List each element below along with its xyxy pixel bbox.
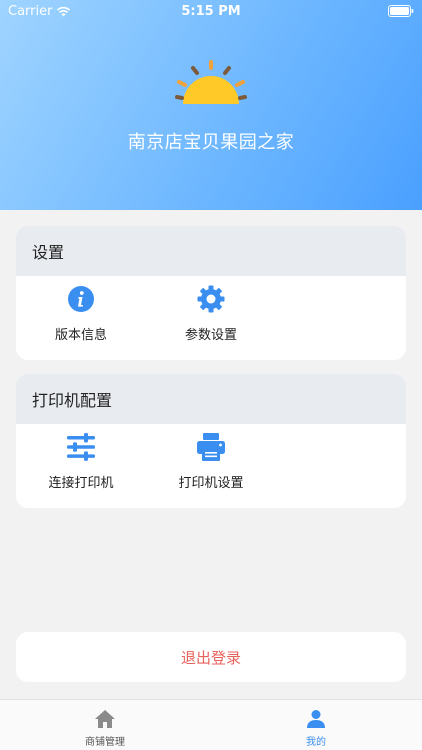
printer-icon <box>196 432 226 462</box>
settings-card: 设置 版本信息 参数设置 <box>16 226 406 360</box>
tab-mine-label: 我的 <box>306 737 326 748</box>
settings-title: 设置 <box>16 226 406 276</box>
sun-icon <box>175 60 247 104</box>
version-info-item[interactable]: 版本信息 <box>16 284 146 343</box>
tab-bar: 商铺管理 我的 <box>0 699 422 750</box>
store-name: 南京店宝贝果园之家 <box>127 132 295 153</box>
profile-header: Carrier 5:15 PM 南京店宝贝果园之家 <box>0 0 422 210</box>
printer-card: 打印机配置 连接打印机 打印机设置 <box>16 374 406 508</box>
tab-store-management-label: 商铺管理 <box>85 737 125 748</box>
tab-store-management[interactable]: 商铺管理 <box>45 709 165 748</box>
status-time: 5:15 PM <box>181 4 241 19</box>
sliders-icon <box>66 432 96 462</box>
tab-mine[interactable]: 我的 <box>256 709 376 748</box>
parameter-settings-label: 参数设置 <box>184 328 237 343</box>
logout-button[interactable]: 退出登录 <box>16 632 406 682</box>
printer-config-title: 打印机配置 <box>16 374 406 424</box>
printer-settings-item[interactable]: 打印机设置 <box>146 432 276 491</box>
version-info-label: 版本信息 <box>54 328 107 343</box>
connect-printer-item[interactable]: 连接打印机 <box>16 432 146 491</box>
info-icon <box>66 284 96 314</box>
connect-printer-label: 连接打印机 <box>48 476 114 491</box>
status-bar: Carrier 5:15 PM <box>0 0 422 22</box>
battery-icon <box>388 5 414 21</box>
user-icon <box>307 710 325 728</box>
parameter-settings-item[interactable]: 参数设置 <box>146 284 276 343</box>
home-icon <box>95 710 115 728</box>
printer-settings-label: 打印机设置 <box>178 476 244 491</box>
gear-icon <box>196 284 226 314</box>
